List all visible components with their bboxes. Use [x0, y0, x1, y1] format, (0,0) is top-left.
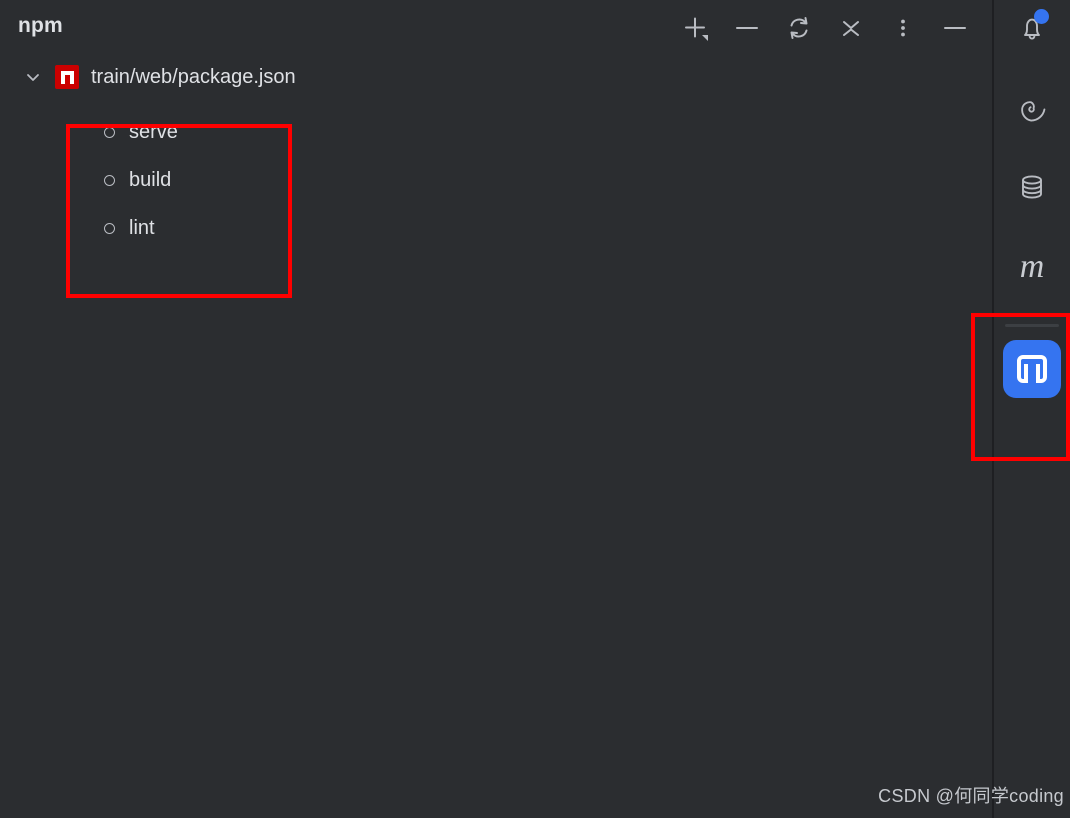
run-script-circle-icon: [104, 222, 115, 234]
sidebar-selection-indicator: [1005, 324, 1059, 327]
watermark: CSDN @何同学coding: [878, 786, 1064, 806]
npm-toolbar: [680, 6, 970, 50]
npm-package-icon: [55, 65, 79, 89]
database-icon: [1022, 175, 1042, 199]
tree-root-label: train/web/package.json: [91, 65, 296, 88]
npm-panel-header: npm: [0, 0, 992, 56]
sidebar-item-maven[interactable]: m: [1004, 239, 1060, 295]
add-script-button[interactable]: [680, 13, 710, 43]
npm-tool-icon: [1003, 340, 1061, 398]
tree-root-package-json[interactable]: train/web/package.json: [0, 56, 992, 98]
sidebar-item-notifications[interactable]: [1004, 0, 1060, 56]
chevron-down-icon[interactable]: [20, 64, 46, 90]
run-script-circle-icon: [104, 126, 115, 138]
script-label: build: [129, 168, 172, 191]
page-title: npm: [18, 14, 63, 37]
script-label: lint: [129, 216, 155, 239]
sidebar-item-npm[interactable]: [1003, 340, 1061, 398]
options-button[interactable]: [888, 13, 918, 43]
collapse-all-button[interactable]: [836, 13, 866, 43]
npm-scripts-list: serve build lint: [0, 98, 992, 252]
maven-m-icon: m: [1019, 248, 1045, 285]
sidebar-item-database[interactable]: [1004, 159, 1060, 215]
list-item[interactable]: serve: [0, 108, 992, 156]
spiral-icon: [1021, 101, 1046, 122]
list-item[interactable]: build: [0, 156, 992, 204]
notification-badge-dot: [1034, 9, 1049, 24]
hide-button[interactable]: [940, 13, 970, 43]
remove-button[interactable]: [732, 13, 762, 43]
list-item[interactable]: lint: [0, 204, 992, 252]
npm-tool-window: npm train/web/package.json serve build l…: [0, 0, 992, 818]
right-tool-sidebar: m: [992, 0, 1070, 818]
run-script-circle-icon: [104, 174, 115, 186]
npm-scripts-tree: train/web/package.json serve build lint: [0, 56, 992, 252]
sidebar-item-spiral[interactable]: [1004, 79, 1060, 135]
script-label: serve: [129, 120, 178, 143]
reload-button[interactable]: [784, 13, 814, 43]
